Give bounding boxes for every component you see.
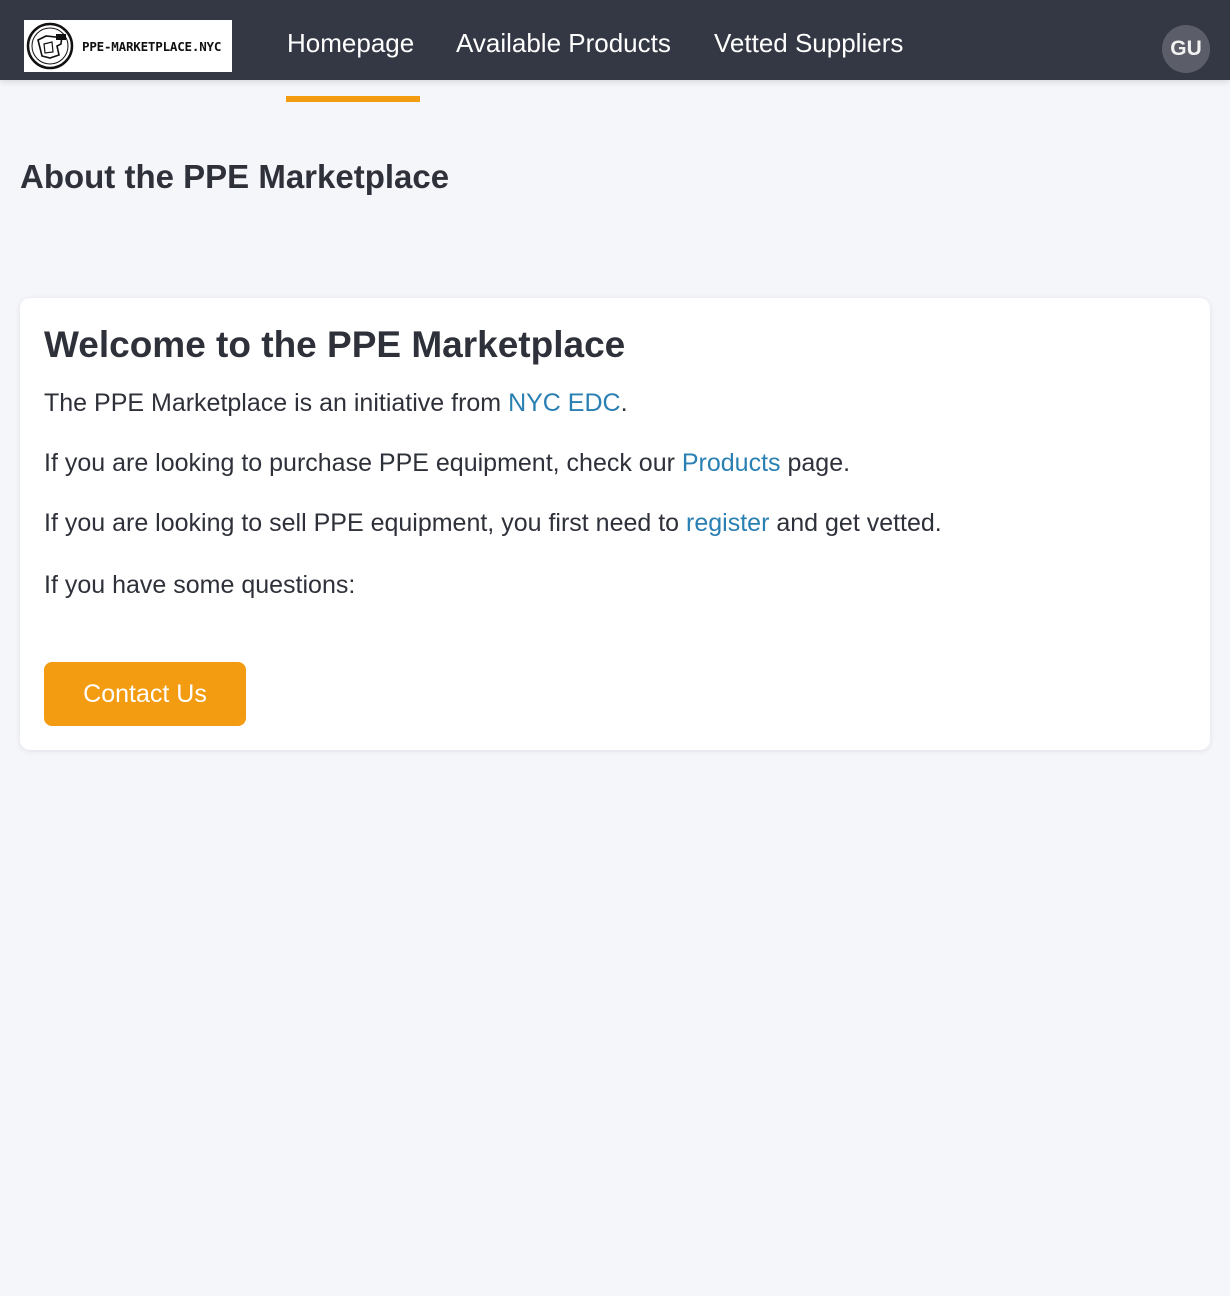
sell-text-end: and get vetted. [769, 509, 942, 537]
site-logo[interactable]: PPE-MARKETPLACE.NYC [24, 20, 232, 72]
nav-item-vetted-suppliers[interactable]: Vetted Suppliers [714, 28, 903, 59]
sell-text: If you are looking to sell PPE equipment… [44, 509, 687, 537]
sell-paragraph: If you are looking to sell PPE equipment… [44, 509, 942, 538]
active-tab-indicator [286, 96, 420, 102]
questions-paragraph: If you have some questions: [44, 571, 356, 599]
user-avatar[interactable]: GU [1162, 25, 1210, 73]
products-link[interactable]: Products [682, 449, 781, 477]
welcome-card: Welcome to the PPE Marketplace The PPE M… [20, 298, 1210, 750]
intro-text-end: . [620, 389, 628, 417]
purchase-text-end: page. [780, 449, 851, 477]
purchase-text: If you are looking to purchase PPE equip… [44, 449, 682, 477]
register-link[interactable]: register [686, 509, 769, 537]
contact-us-button[interactable]: Contact Us [44, 662, 246, 726]
logo-text: PPE-MARKETPLACE.NYC [82, 38, 222, 54]
purchase-paragraph: If you are looking to purchase PPE equip… [44, 449, 850, 478]
card-title: Welcome to the PPE Marketplace [44, 324, 626, 365]
nav-item-available-products[interactable]: Available Products [456, 28, 671, 59]
intro-paragraph: The PPE Marketplace is an initiative fro… [44, 389, 628, 418]
intro-text: The PPE Marketplace is an initiative fro… [44, 389, 509, 417]
nyc-edc-link[interactable]: NYC EDC [508, 389, 621, 417]
logo-emblem-icon [26, 22, 74, 70]
nav-item-homepage[interactable]: Homepage [287, 28, 414, 59]
top-navigation-bar: PPE-MARKETPLACE.NYC Homepage Available P… [0, 0, 1230, 80]
page-title: About the PPE Marketplace [20, 158, 450, 195]
